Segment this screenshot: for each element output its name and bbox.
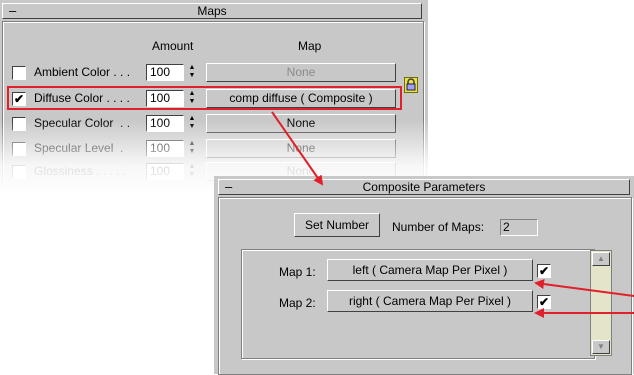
- ambient-amount-input[interactable]: 100: [146, 64, 184, 81]
- ambient-map-button[interactable]: None: [206, 63, 396, 82]
- ambient-checkbox[interactable]: [12, 66, 26, 80]
- map2-checkbox[interactable]: ✔: [537, 295, 551, 309]
- map2-label: Map 2:: [279, 296, 316, 310]
- amount-column-header: Amount: [152, 39, 194, 53]
- composite-rollout-title: Composite Parameters: [362, 180, 486, 194]
- spinner-down-icon[interactable]: ▼: [186, 148, 198, 156]
- scroll-down-icon[interactable]: ▼: [592, 340, 610, 354]
- glossiness-amount-spinner[interactable]: ▲ ▼: [186, 163, 198, 180]
- specular-color-checkbox[interactable]: [12, 117, 26, 131]
- maps-rollout-title: Maps: [197, 4, 227, 18]
- spinner-down-icon[interactable]: ▼: [186, 171, 198, 179]
- composite-rollout-header[interactable]: – Composite Parameters: [218, 179, 630, 195]
- spinner-down-icon[interactable]: ▼: [186, 72, 198, 80]
- specular-level-amount-input[interactable]: 100: [146, 140, 184, 157]
- map-row-specular-color: Specular Color . . 100 ▲ ▼ None: [12, 114, 402, 134]
- number-of-maps-label: Number of Maps:: [392, 220, 485, 234]
- specular-level-label: Specular Level .: [34, 141, 124, 155]
- map-column-header: Map: [298, 39, 322, 53]
- specular-color-map-button[interactable]: None: [206, 114, 396, 133]
- specular-level-amount-spinner[interactable]: ▲ ▼: [186, 140, 198, 157]
- spinner-up-icon[interactable]: ▲: [186, 64, 198, 72]
- scroll-up-icon[interactable]: ▲: [592, 252, 610, 266]
- lock-icon[interactable]: [404, 77, 418, 93]
- glossiness-checkbox[interactable]: [12, 165, 26, 179]
- spinner-up-icon[interactable]: ▲: [186, 115, 198, 123]
- glossiness-amount-input[interactable]: 100: [146, 163, 184, 180]
- map1-checkbox[interactable]: ✔: [537, 264, 551, 278]
- map-row-specular-level: Specular Level . 100 ▲ ▼ None: [12, 139, 402, 159]
- specular-color-label: Specular Color . .: [34, 116, 131, 130]
- maps-rollout-header[interactable]: – Maps: [2, 3, 422, 19]
- ambient-amount-spinner[interactable]: ▲ ▼: [186, 64, 198, 81]
- specular-level-map-button[interactable]: None: [206, 139, 396, 158]
- diffuse-row-highlight: [7, 86, 402, 110]
- maps-rollout: – Maps Amount Map Ambient Color . . . 10…: [0, 0, 428, 191]
- specular-color-amount-input[interactable]: 100: [146, 115, 184, 132]
- ambient-label: Ambient Color . . .: [34, 65, 131, 79]
- specular-color-amount-spinner[interactable]: ▲ ▼: [186, 115, 198, 132]
- glossiness-label: Glossiness . . . . .: [34, 164, 127, 178]
- composite-rollout: – Composite Parameters Set Number Number…: [214, 176, 634, 375]
- maps-scrollbar[interactable]: ▲ ▼: [590, 250, 612, 356]
- map2-button[interactable]: right ( Camera Map Per Pixel ): [327, 290, 533, 312]
- map1-label: Map 1:: [279, 265, 316, 279]
- spinner-down-icon[interactable]: ▼: [186, 123, 198, 131]
- specular-level-checkbox[interactable]: [12, 142, 26, 156]
- spinner-up-icon[interactable]: ▲: [186, 140, 198, 148]
- spinner-up-icon[interactable]: ▲: [186, 163, 198, 171]
- map-row-ambient: Ambient Color . . . 100 ▲ ▼ None: [12, 63, 402, 83]
- number-of-maps-field[interactable]: 2: [500, 219, 538, 236]
- set-number-button[interactable]: Set Number: [294, 213, 380, 237]
- map1-button[interactable]: left ( Camera Map Per Pixel ): [327, 259, 533, 281]
